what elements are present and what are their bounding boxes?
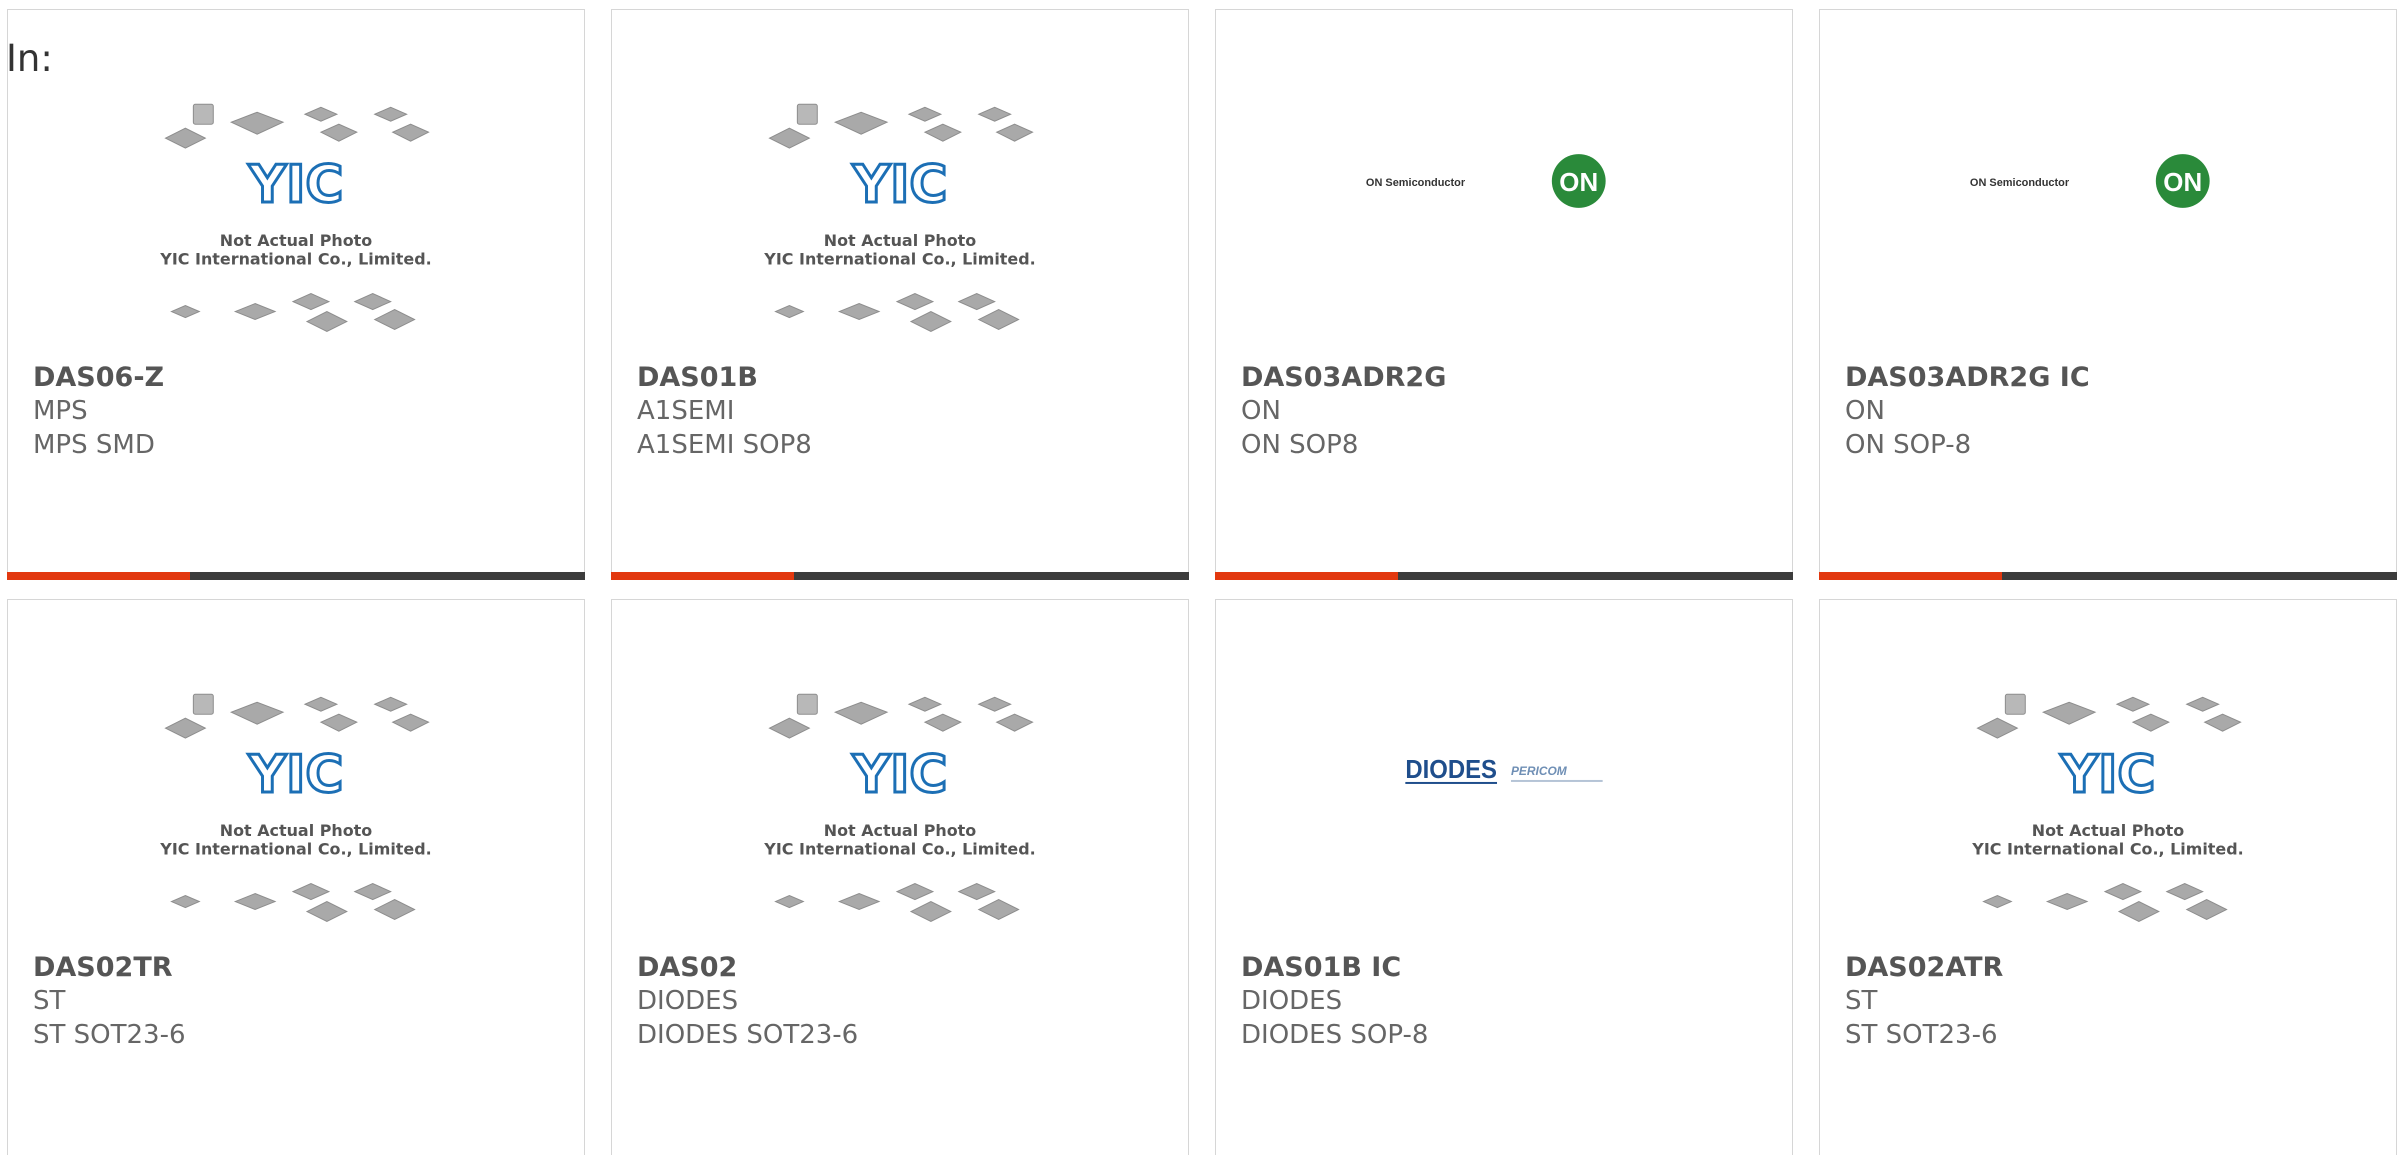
placeholder-line2: YIC International Co., Limited.: [763, 250, 1035, 269]
product-package: DIODES SOP-8: [1241, 1020, 1429, 1050]
product-package: ON SOP-8: [1845, 430, 1972, 460]
yic-logo-icon: YIC: [248, 155, 344, 215]
chip-placeholder-image: YIC Not Actual Photo YIC International C…: [763, 693, 1036, 923]
on-semiconductor-wordmark: ON Semiconductor: [1366, 177, 1466, 189]
placeholder-line2: YIC International Co., Limited.: [1971, 840, 2243, 859]
product-part-number[interactable]: DAS01B: [637, 362, 758, 393]
on-semiconductor-logo-image: ON Semiconductor ON: [1970, 154, 2210, 208]
product-brand: ON: [1845, 396, 1885, 426]
placeholder-line1: Not Actual Photo: [824, 821, 977, 840]
product-part-number[interactable]: DAS02ATR: [1845, 952, 2003, 983]
product-card[interactable]: ON Semiconductor ON DAS03ADR2G IC ON ON …: [1819, 9, 2397, 580]
on-logo-text: ON: [1559, 169, 1598, 197]
product-card[interactable]: ON Semiconductor ON DAS03ADR2G ON ON SOP…: [1215, 9, 1793, 580]
product-part-number[interactable]: DAS02: [637, 952, 737, 983]
placeholder-line2: YIC International Co., Limited.: [763, 840, 1035, 859]
product-package: A1SEMI SOP8: [637, 430, 812, 460]
product-grid-page: In: YIC Not Actual Photo YIC Internation…: [0, 0, 2400, 1155]
on-logo-text: ON: [2163, 169, 2202, 197]
product-package: ST SOT23-6: [33, 1020, 186, 1050]
placeholder-line1: Not Actual Photo: [220, 231, 373, 250]
product-card[interactable]: YIC Not Actual Photo YIC International C…: [7, 599, 585, 1155]
product-brand: MPS: [33, 396, 88, 426]
pericom-logo-icon: PERICOM: [1511, 764, 1568, 778]
product-package: MPS SMD: [33, 430, 155, 460]
product-part-number[interactable]: DAS01B IC: [1241, 952, 1401, 983]
on-semiconductor-wordmark: ON Semiconductor: [1970, 177, 2070, 189]
in-label: In:: [6, 37, 53, 80]
product-part-number[interactable]: DAS06-Z: [33, 362, 164, 393]
product-package: DIODES SOT23-6: [637, 1020, 859, 1050]
chip-placeholder-image: YIC Not Actual Photo YIC International C…: [159, 693, 432, 923]
chip-placeholder-image: YIC Not Actual Photo YIC International C…: [1971, 693, 2244, 923]
product-card[interactable]: YIC Not Actual Photo YIC International C…: [1819, 599, 2397, 1155]
on-semiconductor-logo-image: ON Semiconductor ON: [1366, 154, 1606, 208]
card-accent-bar: [611, 572, 1189, 580]
card-accent-bar: [1215, 572, 1793, 580]
product-brand: ST: [1845, 986, 1878, 1016]
yic-logo-icon: YIC: [248, 745, 344, 805]
product-brand: A1SEMI: [637, 396, 735, 426]
placeholder-line1: Not Actual Photo: [824, 231, 977, 250]
product-card[interactable]: DIODES PERICOM DAS01B IC DIODES DIODES S…: [1215, 599, 1793, 1155]
product-card[interactable]: YIC Not Actual Photo YIC International C…: [611, 9, 1189, 580]
diodes-logo-image: DIODES PERICOM: [1405, 756, 1603, 784]
product-part-number[interactable]: DAS03ADR2G: [1241, 362, 1446, 393]
yic-logo-icon: YIC: [852, 155, 948, 215]
placeholder-line2: YIC International Co., Limited.: [159, 840, 431, 859]
product-card[interactable]: YIC Not Actual Photo YIC International C…: [611, 599, 1189, 1155]
product-brand: ON: [1241, 396, 1281, 426]
product-brand: ST: [33, 986, 66, 1016]
placeholder-line1: Not Actual Photo: [2032, 821, 2185, 840]
placeholder-line2: YIC International Co., Limited.: [159, 250, 431, 269]
product-brand: DIODES: [1241, 986, 1343, 1016]
product-part-number[interactable]: DAS03ADR2G IC: [1845, 362, 2090, 393]
chip-placeholder-image: YIC Not Actual Photo YIC International C…: [763, 103, 1036, 333]
product-part-number[interactable]: DAS02TR: [33, 952, 173, 983]
diodes-logo-icon: DIODES: [1405, 756, 1497, 784]
chip-placeholder-image: YIC Not Actual Photo YIC International C…: [159, 103, 432, 333]
card-accent-bar: [7, 572, 585, 580]
card-accent-bar: [1819, 572, 2397, 580]
yic-logo-icon: YIC: [852, 745, 948, 805]
product-card[interactable]: YIC Not Actual Photo YIC International C…: [7, 9, 585, 580]
product-package: ST SOT23-6: [1845, 1020, 1998, 1050]
product-brand: DIODES: [637, 986, 739, 1016]
yic-logo-icon: YIC: [2060, 745, 2156, 805]
placeholder-line1: Not Actual Photo: [220, 821, 373, 840]
product-package: ON SOP8: [1241, 430, 1359, 460]
